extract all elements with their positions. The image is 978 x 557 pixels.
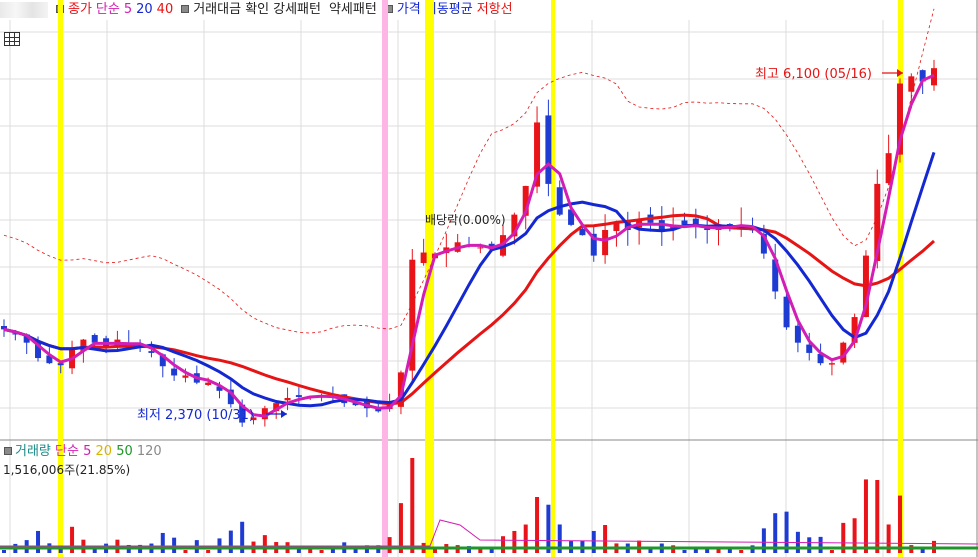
- volume-bar: [682, 550, 687, 553]
- weak-pattern-highlight: [382, 0, 388, 557]
- volume-title: 거래량: [15, 444, 51, 459]
- volume-ma120: 120: [136, 444, 162, 459]
- legend-square-icon: [4, 446, 12, 455]
- candle-body: [556, 187, 563, 215]
- candle-body: [806, 344, 813, 353]
- candle-body: [602, 230, 609, 256]
- low-annotation: 최저 2,370 (10/31): [137, 408, 255, 423]
- volume-bar: [2, 550, 6, 553]
- volume-bar: [863, 479, 868, 553]
- candle-body: [477, 247, 484, 249]
- volume-bar: [501, 536, 506, 553]
- candle-body: [205, 382, 212, 385]
- volume-bar: [172, 537, 177, 553]
- candle-body: [182, 375, 189, 378]
- volume-legend: 거래량 단순 5 20 50 120: [0, 443, 162, 460]
- volume-ma20: 20: [95, 444, 113, 459]
- volume-bar: [546, 504, 551, 553]
- volume-bar: [387, 537, 392, 553]
- high-annotation: 최고 6,100 (05/16): [755, 67, 873, 82]
- volume-bar: [829, 550, 834, 553]
- stock-chart[interactable]: [0, 0, 978, 557]
- grid-table-icon[interactable]: [4, 32, 20, 46]
- candle-body: [284, 398, 291, 401]
- volume-ma50: 50: [116, 444, 133, 459]
- volume-bar: [875, 480, 880, 553]
- strong-pattern-highlight: [551, 0, 555, 557]
- candle-body: [171, 368, 178, 376]
- candle-body: [794, 325, 801, 343]
- volume-info: 1,516,006주(21.85%): [3, 463, 131, 477]
- volume-bar: [36, 530, 41, 553]
- candle-body: [783, 296, 790, 328]
- candle-body: [420, 252, 427, 263]
- volume-bar: [183, 550, 188, 553]
- volume-bar: [818, 536, 823, 553]
- volume-ma-label: 단순: [55, 444, 79, 459]
- volume-bar: [512, 530, 517, 553]
- volume-ma5: 5: [83, 444, 92, 459]
- low-marker-arrowhead: [281, 410, 287, 418]
- volume-ma5-line: [0, 519, 978, 547]
- volume-bar: [591, 530, 596, 553]
- ma20-line: [3, 151, 936, 408]
- volume-bar: [897, 495, 902, 553]
- volume-bar: [319, 550, 324, 553]
- dividend-annotation: 배당락(0.00%): [425, 213, 506, 227]
- candle-body: [579, 229, 586, 236]
- candle-body: [828, 363, 835, 365]
- candle-body: [545, 115, 552, 184]
- candle-body: [295, 395, 302, 397]
- volume-bar: [535, 497, 540, 553]
- candle-body: [91, 335, 98, 343]
- volume-bar: [478, 549, 483, 553]
- volume-bar: [206, 550, 211, 553]
- volume-bar: [262, 535, 267, 553]
- volume-bar: [807, 537, 812, 553]
- volume-bar: [410, 458, 415, 553]
- volume-bar: [228, 530, 233, 553]
- candle-body: [148, 351, 155, 353]
- volume-bar: [739, 550, 744, 553]
- volume-bar: [432, 549, 437, 553]
- volume-bar: [160, 532, 165, 553]
